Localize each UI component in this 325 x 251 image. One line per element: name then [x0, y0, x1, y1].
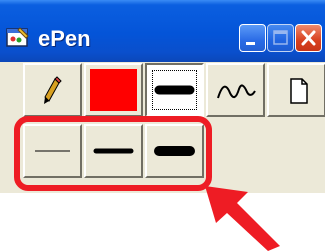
- minimize-button[interactable]: [239, 24, 266, 52]
- paint-window-icon[interactable]: [6, 26, 30, 48]
- title-bar[interactable]: ePen: [0, 0, 325, 62]
- color-swatch: [90, 69, 137, 111]
- window-title: ePen: [38, 26, 91, 51]
- line-width-selector-button[interactable]: [145, 63, 204, 117]
- freehand-tool-button[interactable]: [206, 63, 265, 117]
- pencil-tool-button[interactable]: [23, 63, 82, 117]
- highlight-frame: [14, 116, 212, 191]
- blank-page-icon: [290, 78, 308, 104]
- pencil-icon: [44, 76, 62, 104]
- close-button[interactable]: [295, 24, 322, 52]
- minimize-icon: [246, 42, 255, 45]
- new-page-tool-button[interactable]: [267, 63, 325, 117]
- maximize-button[interactable]: [267, 24, 294, 52]
- color-picker-button[interactable]: [84, 63, 143, 117]
- squiggle-icon: [217, 84, 256, 99]
- arrow-pointer-icon: [205, 186, 280, 251]
- maximize-icon: [273, 30, 288, 45]
- thick-line-icon: [154, 85, 195, 95]
- close-icon: [301, 30, 316, 46]
